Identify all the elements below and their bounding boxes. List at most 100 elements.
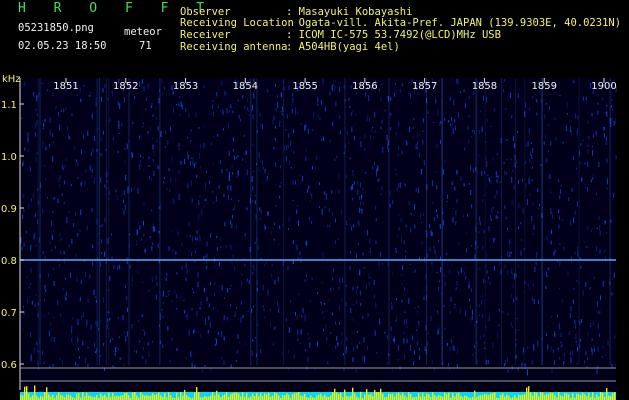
signal-speck: [559, 323, 561, 330]
signal-speck: [180, 101, 182, 107]
signal-speck: [86, 225, 88, 231]
signal-speck: [575, 323, 576, 329]
signal-speck: [70, 272, 71, 279]
signal-speck: [178, 143, 180, 147]
signal-speck: [345, 347, 347, 354]
meteor-streak: [39, 78, 41, 365]
signal-speck: [511, 200, 513, 206]
signal-speck: [156, 117, 158, 121]
signal-speck: [471, 245, 473, 247]
signal-speck: [496, 179, 498, 184]
signal-speck: [223, 128, 224, 131]
signal-speck: [254, 194, 256, 197]
signal-speck: [406, 326, 408, 328]
signal-speck: [422, 214, 424, 216]
signal-speck: [362, 316, 364, 319]
signal-speck: [497, 211, 499, 214]
signal-speck: [399, 88, 401, 94]
signal-speck: [572, 155, 574, 160]
signal-speck: [513, 273, 515, 280]
level-spike: [422, 392, 424, 400]
signal-speck: [488, 177, 490, 181]
level-spike: [60, 394, 62, 400]
signal-speck: [435, 99, 437, 104]
signal-speck: [216, 92, 218, 97]
signal-speck: [595, 192, 597, 196]
signal-speck: [302, 308, 304, 313]
signal-speck: [87, 298, 89, 303]
signal-speck: [325, 193, 327, 200]
signal-speck: [439, 280, 441, 283]
signal-speck: [23, 209, 25, 213]
signal-speck: [397, 235, 399, 238]
signal-speck: [587, 187, 589, 192]
signal-speck: [143, 122, 144, 125]
signal-speck: [60, 313, 62, 317]
signal-speck: [466, 248, 467, 253]
level-spike: [520, 395, 522, 400]
signal-speck: [547, 326, 549, 329]
signal-speck: [487, 174, 489, 177]
signal-speck: [413, 361, 415, 366]
level-spike: [144, 395, 146, 400]
signal-speck: [174, 257, 176, 259]
signal-speck: [172, 250, 174, 252]
signal-speck: [100, 320, 102, 322]
signal-speck: [267, 89, 269, 93]
level-spike: [84, 396, 86, 400]
signal-speck: [259, 160, 261, 163]
signal-speck: [149, 176, 151, 179]
level-spike: [560, 395, 562, 400]
signal-speck: [28, 203, 30, 209]
signal-speck: [335, 218, 336, 223]
signal-speck: [162, 92, 164, 96]
signal-speck: [513, 143, 515, 147]
signal-speck: [567, 271, 569, 275]
signal-speck: [543, 114, 545, 119]
signal-speck: [270, 322, 271, 328]
signal-speck: [80, 209, 82, 216]
signal-speck: [525, 160, 527, 164]
signal-speck: [333, 287, 334, 289]
signal-speck: [293, 354, 295, 360]
signal-speck: [584, 241, 586, 243]
signal-speck: [89, 92, 91, 97]
x-tick-label: 1853: [173, 81, 198, 92]
level-spike: [404, 395, 406, 400]
signal-speck: [352, 170, 354, 172]
level-spike: [418, 392, 420, 400]
signal-speck: [273, 147, 275, 150]
signal-speck: [112, 365, 114, 368]
signal-speck: [248, 279, 250, 285]
signal-speck: [361, 355, 363, 361]
signal-speck: [139, 340, 141, 343]
signal-speck: [293, 150, 295, 154]
signal-speck: [457, 270, 459, 274]
signal-speck: [343, 353, 344, 356]
signal-speck: [167, 140, 169, 145]
signal-speck: [288, 349, 290, 354]
signal-speck: [509, 251, 511, 257]
signal-speck: [397, 153, 399, 157]
signal-speck: [300, 122, 302, 125]
signal-speck: [260, 210, 262, 214]
signal-speck: [191, 252, 193, 256]
signal-speck: [224, 221, 226, 227]
signal-speck: [271, 230, 273, 234]
signal-speck: [359, 290, 361, 296]
signal-speck: [260, 348, 262, 354]
signal-speck: [77, 364, 79, 367]
signal-speck: [582, 290, 584, 297]
signal-speck: [198, 200, 200, 205]
signal-speck: [138, 153, 140, 155]
signal-speck: [135, 243, 137, 246]
signal-speck: [242, 273, 243, 276]
signal-speck: [594, 276, 596, 280]
signal-speck: [133, 324, 135, 326]
signal-speck: [410, 345, 412, 351]
signal-speck: [404, 311, 406, 313]
level-spike: [126, 392, 128, 400]
signal-speck: [451, 117, 452, 122]
signal-speck: [133, 350, 135, 353]
signal-speck: [119, 357, 121, 360]
